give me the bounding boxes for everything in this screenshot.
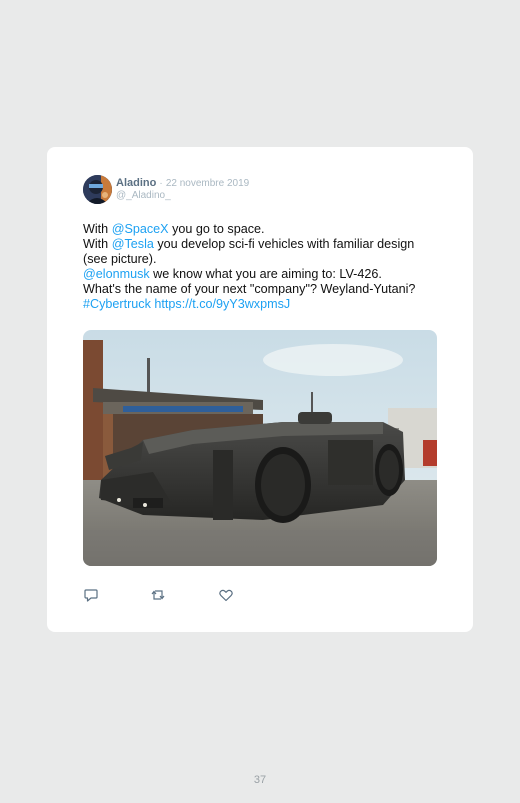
tweet-line-1: With @SpaceX you go to space. xyxy=(83,222,448,237)
tweet-line-6: #Cybertruck https://t.co/9yY3wxpmsJ xyxy=(83,297,448,312)
tweet-text: With @SpaceX you go to space. With @Tesl… xyxy=(83,222,448,312)
retweet-button[interactable] xyxy=(150,587,166,603)
reply-button[interactable] xyxy=(83,587,99,603)
text-segment: With xyxy=(83,222,112,236)
tweet-line-5: What's the name of your next "company"? … xyxy=(83,282,416,296)
tweet-url-link[interactable]: https://t.co/9yY3wxpmsJ xyxy=(154,297,290,311)
text-segment: you go to space. xyxy=(168,222,265,236)
text-segment: we know what you are aiming to: LV-426. xyxy=(149,267,382,281)
author-handle[interactable]: @_Aladino_ xyxy=(116,190,171,202)
author-name[interactable]: Aladino xyxy=(116,177,156,189)
armored-vehicle-photo xyxy=(83,330,437,566)
tweet-date[interactable]: 22 novembre 2019 xyxy=(166,178,249,189)
mention-elonmusk-link[interactable]: @elonmusk xyxy=(83,267,150,281)
author-line: Aladino · 22 novembre 2019 xyxy=(116,177,249,190)
mention-spacex-link[interactable]: @SpaceX xyxy=(112,222,169,236)
avatar[interactable] xyxy=(83,175,112,204)
page-number: 37 xyxy=(253,774,267,786)
tweet-line-3: (see picture). xyxy=(83,252,157,266)
tweet-line-4: @elonmusk we know what you are aiming to… xyxy=(83,267,448,282)
like-button[interactable] xyxy=(218,587,234,603)
tweet-card: Aladino · 22 novembre 2019 @_Aladino_ Wi… xyxy=(47,147,473,632)
avatar-image xyxy=(83,175,112,204)
retweet-icon xyxy=(151,590,165,600)
tweet-photo[interactable] xyxy=(83,330,437,566)
text-segment: With xyxy=(83,237,112,251)
heart-icon xyxy=(219,589,233,602)
tweet-line-2: With @Tesla you develop sci-fi vehicles … xyxy=(83,237,448,252)
reply-icon xyxy=(84,589,98,602)
mention-tesla-link[interactable]: @Tesla xyxy=(112,237,154,251)
date-separator: · xyxy=(159,178,163,189)
text-segment: you develop sci-fi vehicles with familia… xyxy=(153,237,415,251)
hashtag-cybertruck-link[interactable]: #Cybertruck xyxy=(83,297,151,311)
